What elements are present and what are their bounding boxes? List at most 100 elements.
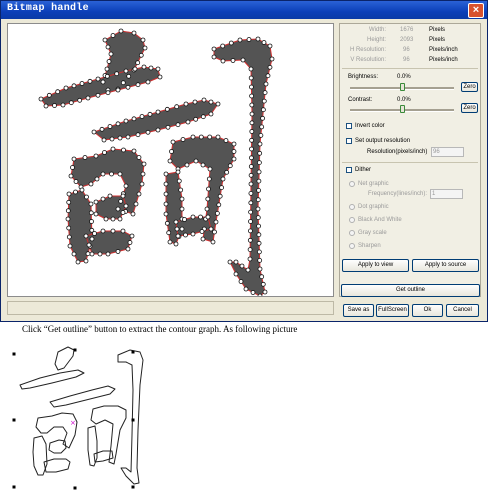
vertex-handle[interactable] (100, 228, 106, 234)
vertex-handle[interactable] (105, 44, 111, 50)
vertex-handle[interactable] (163, 201, 169, 207)
vertex-handle[interactable] (199, 229, 205, 234)
vertex-handle[interactable] (211, 54, 217, 60)
vertex-handle[interactable] (239, 263, 245, 269)
vertex-handle[interactable] (249, 102, 255, 108)
vertex-handle[interactable] (164, 106, 170, 112)
vertex-handle[interactable] (231, 141, 237, 147)
selection-handle-icon[interactable] (12, 352, 16, 356)
vertex-handle[interactable] (249, 146, 254, 152)
vertex-handle[interactable] (170, 139, 176, 145)
vertex-handle[interactable] (219, 185, 225, 191)
vertex-handle[interactable] (131, 148, 137, 154)
vertex-handle[interactable] (60, 102, 66, 108)
vertex-handle[interactable] (93, 199, 99, 205)
bitmap-canvas[interactable] (7, 23, 334, 297)
vertex-handle[interactable] (216, 202, 222, 208)
vertex-handle[interactable] (228, 40, 234, 46)
vertex-handle[interactable] (139, 114, 145, 119)
vertex-handle[interactable] (87, 78, 93, 84)
vertex-handle[interactable] (256, 223, 262, 229)
vertex-handle[interactable] (105, 251, 111, 257)
vertex-handle[interactable] (248, 84, 254, 90)
vertex-handle[interactable] (193, 158, 199, 164)
vertex-handle[interactable] (155, 127, 161, 133)
vertex-handle[interactable] (108, 51, 114, 57)
dither-checkbox[interactable] (346, 167, 352, 173)
vertex-handle[interactable] (174, 226, 180, 232)
vertex-handle[interactable] (255, 197, 261, 203)
vertex-handle[interactable] (107, 124, 113, 129)
vertex-handle[interactable] (204, 206, 210, 212)
vertex-handle[interactable] (259, 274, 265, 280)
get-outline-button[interactable]: Get outline (341, 284, 480, 297)
vertex-handle[interactable] (180, 137, 186, 142)
vertex-handle[interactable] (250, 290, 256, 295)
vertex-handle[interactable] (63, 85, 69, 91)
vertex-handle[interactable] (183, 232, 188, 238)
selection-handle-icon[interactable] (73, 348, 77, 352)
vertex-handle[interactable] (248, 181, 254, 187)
vertex-handle[interactable] (138, 52, 144, 58)
vertex-handle[interactable] (95, 76, 101, 82)
vertex-handle[interactable] (200, 114, 206, 120)
vertex-handle[interactable] (231, 149, 237, 154)
vertex-handle[interactable] (190, 231, 196, 237)
vertex-handle[interactable] (249, 111, 255, 117)
vertex-handle[interactable] (100, 196, 106, 202)
vertex-handle[interactable] (179, 206, 185, 212)
frequency-input[interactable]: 1 (430, 189, 463, 199)
vertex-handle[interactable] (214, 210, 220, 216)
vertex-handle[interactable] (163, 171, 169, 177)
vertex-handle[interactable] (248, 219, 253, 224)
vertex-handle[interactable] (115, 121, 121, 127)
vertex-handle[interactable] (93, 211, 99, 217)
vertex-handle[interactable] (105, 90, 111, 96)
selection-handle-icon[interactable] (12, 418, 16, 422)
vertex-handle[interactable] (94, 176, 100, 182)
vertex-handle[interactable] (246, 37, 252, 42)
vertex-handle[interactable] (249, 93, 255, 99)
vertex-handle[interactable] (257, 141, 263, 147)
vertex-handle[interactable] (102, 37, 108, 43)
vertex-handle[interactable] (208, 226, 214, 232)
vertex-handle[interactable] (123, 118, 129, 124)
vertex-handle[interactable] (91, 129, 97, 135)
close-icon[interactable]: × (468, 3, 484, 18)
vertex-handle[interactable] (230, 58, 236, 63)
vertex-handle[interactable] (233, 259, 239, 265)
vertex-handle[interactable] (200, 162, 206, 168)
selection-handle-icon[interactable] (131, 418, 135, 422)
vertex-handle[interactable] (43, 103, 49, 109)
vertex-handle[interactable] (65, 208, 71, 214)
vertex-handle[interactable] (88, 181, 94, 187)
vertex-handle[interactable] (120, 210, 126, 215)
vertex-handle[interactable] (77, 97, 83, 103)
vertex-handle[interactable] (227, 163, 233, 169)
vertex-handle[interactable] (123, 68, 129, 74)
vertex-handle[interactable] (120, 193, 126, 199)
vertex-handle[interactable] (71, 83, 77, 89)
vertex-handle[interactable] (126, 73, 132, 79)
vertex-handle[interactable] (167, 158, 173, 164)
vertex-handle[interactable] (267, 64, 273, 70)
vertex-handle[interactable] (166, 230, 172, 236)
vertex-handle[interactable] (145, 79, 151, 85)
vertex-handle[interactable] (260, 107, 266, 113)
vertex-handle[interactable] (249, 137, 255, 143)
resolution-input[interactable]: 96 (431, 147, 464, 157)
vertex-handle[interactable] (237, 37, 243, 43)
vertex-handle[interactable] (217, 193, 223, 199)
vertex-handle[interactable] (257, 257, 263, 263)
vertex-handle[interactable] (182, 217, 187, 222)
vertex-handle[interactable] (190, 214, 196, 220)
vertex-handle[interactable] (208, 99, 214, 105)
vertex-handle[interactable] (248, 190, 254, 196)
vertex-handle[interactable] (66, 199, 72, 205)
selection-handle-icon[interactable] (73, 486, 77, 490)
vertex-handle[interactable] (121, 147, 126, 153)
vertex-handle[interactable] (179, 196, 185, 202)
vertex-handle[interactable] (115, 249, 121, 254)
vertex-handle[interactable] (123, 183, 129, 189)
cancel-button[interactable]: Cancel (446, 304, 479, 317)
